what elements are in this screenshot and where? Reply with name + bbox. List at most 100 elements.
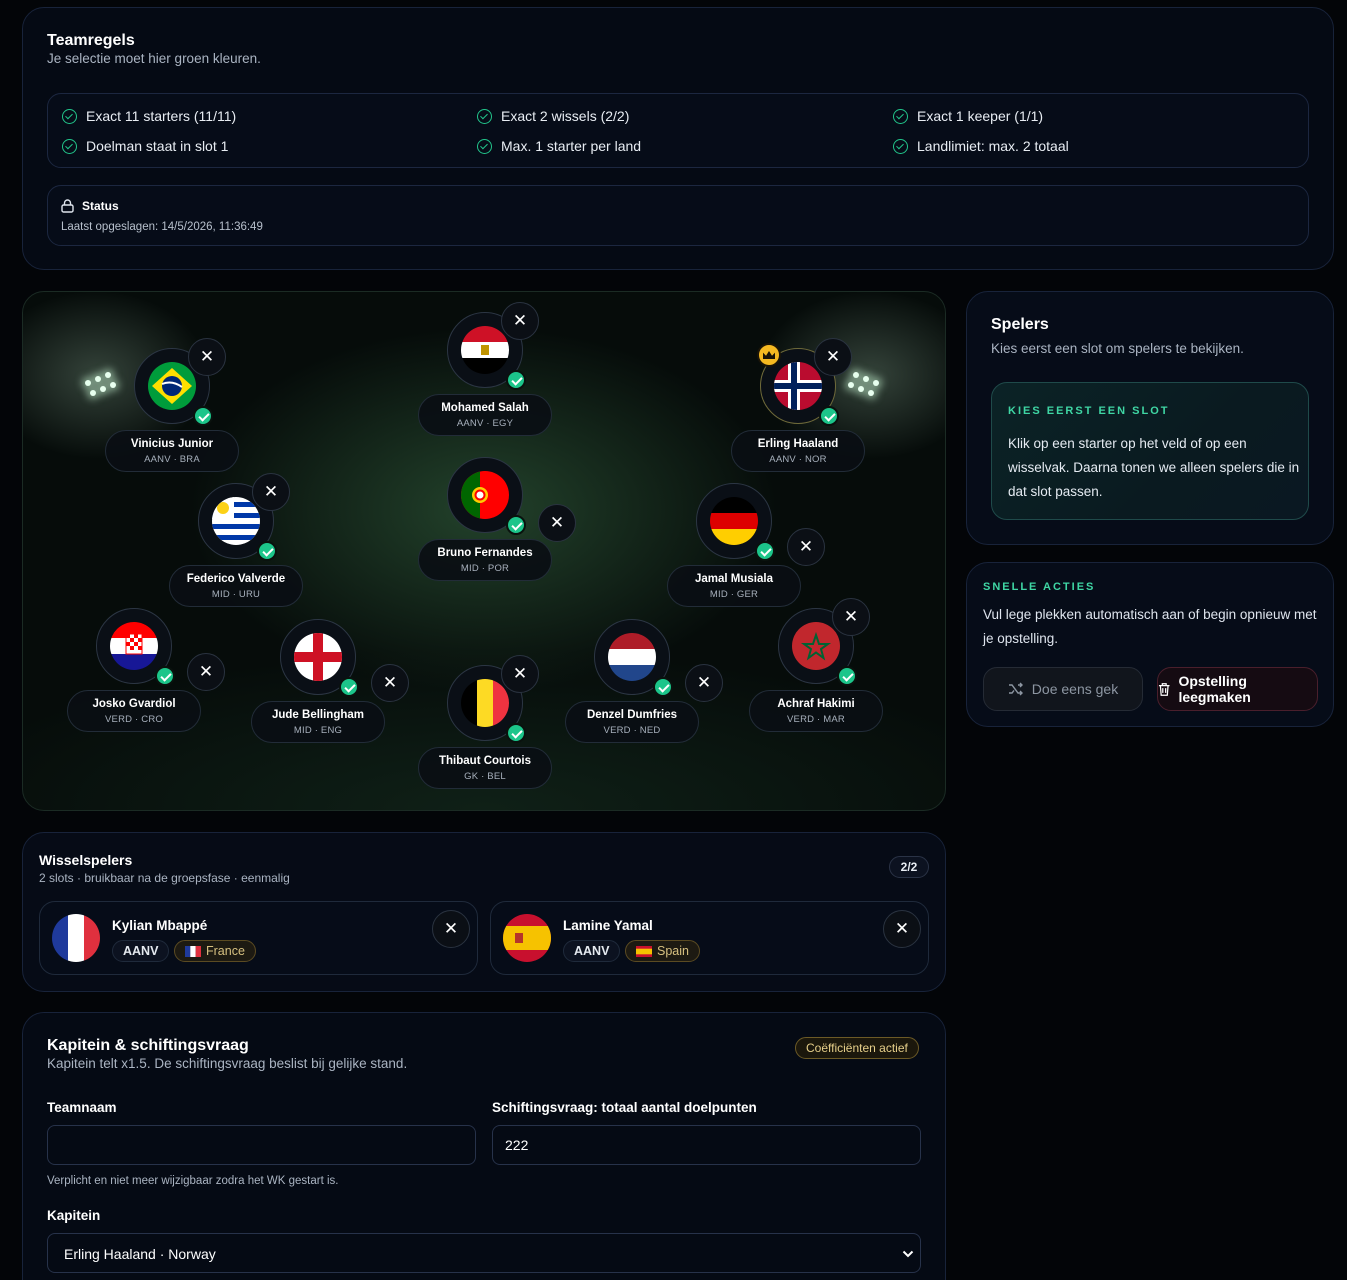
check-circle-icon — [893, 138, 908, 154]
substitute-slot-1[interactable]: Kylian Mbappé AANV France ✕ — [39, 901, 478, 975]
lock-icon — [61, 199, 74, 213]
check-icon — [837, 666, 857, 686]
check-circle-icon — [62, 138, 77, 154]
slot-hint-label: KIES EERST EEN SLOT — [1008, 405, 1170, 417]
close-icon: ✕ — [443, 919, 459, 938]
player-position: MID · URU — [211, 589, 261, 600]
rule-item: Exact 11 starters (11/11) — [62, 108, 236, 124]
team-name-input[interactable] — [47, 1125, 476, 1165]
check-circle-icon — [893, 108, 908, 124]
flag-spain-icon — [503, 914, 551, 962]
check-icon — [755, 541, 775, 561]
flag-bel-icon — [461, 679, 509, 727]
player-slot[interactable]: Jude Bellingham MID · ENG — [251, 619, 385, 769]
flag-por-icon — [461, 471, 509, 519]
close-icon: ✕ — [894, 919, 910, 938]
captain-subtitle: Kapitein telt x1.5. De schiftingsvraag b… — [47, 1056, 408, 1071]
random-fill-button[interactable]: Doe eens gek — [983, 667, 1143, 711]
check-icon — [506, 515, 526, 535]
country-pill: Spain — [625, 940, 700, 962]
player-label: Josko Gvardiol VERD · CRO — [67, 690, 201, 732]
player-name: Thibaut Courtois — [439, 755, 531, 767]
close-icon: ✕ — [512, 311, 528, 330]
tiebreak-input[interactable] — [492, 1125, 921, 1165]
player-label: Thibaut Courtois GK · BEL — [418, 747, 552, 789]
player-label: Jamal Musiala MID · GER — [667, 565, 801, 607]
rule-item: Max. 1 starter per land — [477, 138, 641, 154]
remove-player-button[interactable]: ✕ — [814, 338, 852, 376]
status-box: Status Laatst opgeslagen: 14/5/2026, 11:… — [47, 185, 1309, 246]
player-position: AANV · EGY — [456, 418, 514, 429]
players-panel-title: Spelers — [991, 316, 1049, 333]
coefficients-badge: Coëfficiënten actief — [795, 1037, 919, 1059]
captain-select[interactable]: Erling Haaland · Norway — [47, 1233, 921, 1273]
close-icon: ✕ — [199, 347, 215, 366]
flag-egy-icon — [461, 326, 509, 374]
player-slot[interactable]: Bruno Fernandes MID · POR — [418, 457, 552, 607]
remove-player-button[interactable]: ✕ — [187, 653, 225, 691]
position-pill: AANV — [112, 940, 170, 962]
remove-player-button[interactable]: ✕ — [832, 598, 870, 636]
check-icon — [653, 677, 673, 697]
player-name: Josko Gvardiol — [92, 698, 176, 710]
team-name-hint: Verplicht en niet meer wijzigbaar zodra … — [47, 1175, 339, 1187]
players-panel-subtitle: Kies eerst een slot om spelers te bekijk… — [991, 341, 1244, 356]
substitutes-subtitle: 2 slots · bruikbaar na de groepsfase · e… — [39, 871, 290, 885]
remove-player-button[interactable]: ✕ — [252, 473, 290, 511]
flag-france-icon — [185, 945, 201, 957]
flag-ned-icon — [608, 633, 656, 681]
check-icon — [506, 370, 526, 390]
player-label: Federico Valverde MID · URU — [169, 565, 303, 607]
rule-item: Exact 2 wissels (2/2) — [477, 108, 629, 124]
clear-lineup-button[interactable]: Opstelling leegmaken — [1157, 667, 1318, 711]
remove-substitute-button[interactable]: ✕ — [883, 910, 921, 948]
close-icon: ✕ — [198, 662, 214, 681]
remove-player-button[interactable]: ✕ — [787, 528, 825, 566]
captain-label: Kapitein — [47, 1208, 101, 1223]
player-slot[interactable]: Josko Gvardiol VERD · CRO — [67, 608, 201, 758]
player-position: AANV · NOR — [769, 454, 827, 465]
rule-item: Exact 1 keeper (1/1) — [893, 108, 1043, 124]
player-slot[interactable]: Denzel Dumfries VERD · NED — [565, 619, 699, 769]
player-position: MID · GER — [709, 589, 759, 600]
check-icon — [155, 666, 175, 686]
close-icon: ✕ — [825, 347, 841, 366]
close-icon: ✕ — [696, 673, 712, 692]
flag-nor-icon — [774, 362, 822, 410]
remove-player-button[interactable]: ✕ — [371, 664, 409, 702]
player-name: Denzel Dumfries — [586, 709, 678, 721]
check-icon — [257, 541, 277, 561]
player-position: MID · ENG — [293, 725, 343, 736]
check-circle-icon — [477, 108, 492, 124]
remove-player-button[interactable]: ✕ — [188, 338, 226, 376]
status-label: Status — [82, 199, 119, 213]
chevron-down-icon — [902, 1250, 914, 1258]
remove-player-button[interactable]: ✕ — [501, 655, 539, 693]
quick-actions-text: Vul lege plekken automatisch aan of begi… — [983, 607, 1317, 646]
quick-actions-label: SNELLE ACTIES — [983, 581, 1096, 593]
close-icon: ✕ — [263, 482, 279, 501]
player-name: Mohamed Salah — [441, 402, 529, 414]
flag-eng-icon — [294, 633, 342, 681]
rules-box: Exact 11 starters (11/11) Exact 2 wissel… — [47, 93, 1309, 168]
substitute-slot-2[interactable]: Lamine Yamal AANV Spain ✕ — [490, 901, 929, 975]
check-circle-icon — [477, 138, 492, 154]
shuffle-icon — [1008, 682, 1023, 696]
team-rules-card: Teamregels Je selectie moet hier groen k… — [22, 7, 1334, 270]
slot-hint-box: KIES EERST EEN SLOT Klik op een starter … — [991, 382, 1309, 520]
player-position: GK · BEL — [464, 771, 506, 782]
player-name: Erling Haaland — [757, 438, 839, 450]
close-icon: ✕ — [549, 513, 565, 532]
remove-player-button[interactable]: ✕ — [538, 504, 576, 542]
player-position: VERD · NED — [603, 725, 661, 736]
remove-player-button[interactable]: ✕ — [685, 664, 723, 702]
player-name: Vinicius Junior — [130, 438, 214, 450]
remove-substitute-button[interactable]: ✕ — [432, 910, 470, 948]
remove-player-button[interactable]: ✕ — [501, 302, 539, 340]
pitch: Mohamed Salah AANV · EGY ✕ Vinicius Junior A… — [22, 291, 946, 811]
player-name: Jude Bellingham — [271, 709, 365, 721]
team-name-label: Teamnaam — [47, 1100, 117, 1115]
captain-title: Kapitein & schiftingsvraag — [47, 1037, 249, 1054]
player-position: MID · POR — [460, 563, 510, 574]
close-icon: ✕ — [798, 537, 814, 556]
